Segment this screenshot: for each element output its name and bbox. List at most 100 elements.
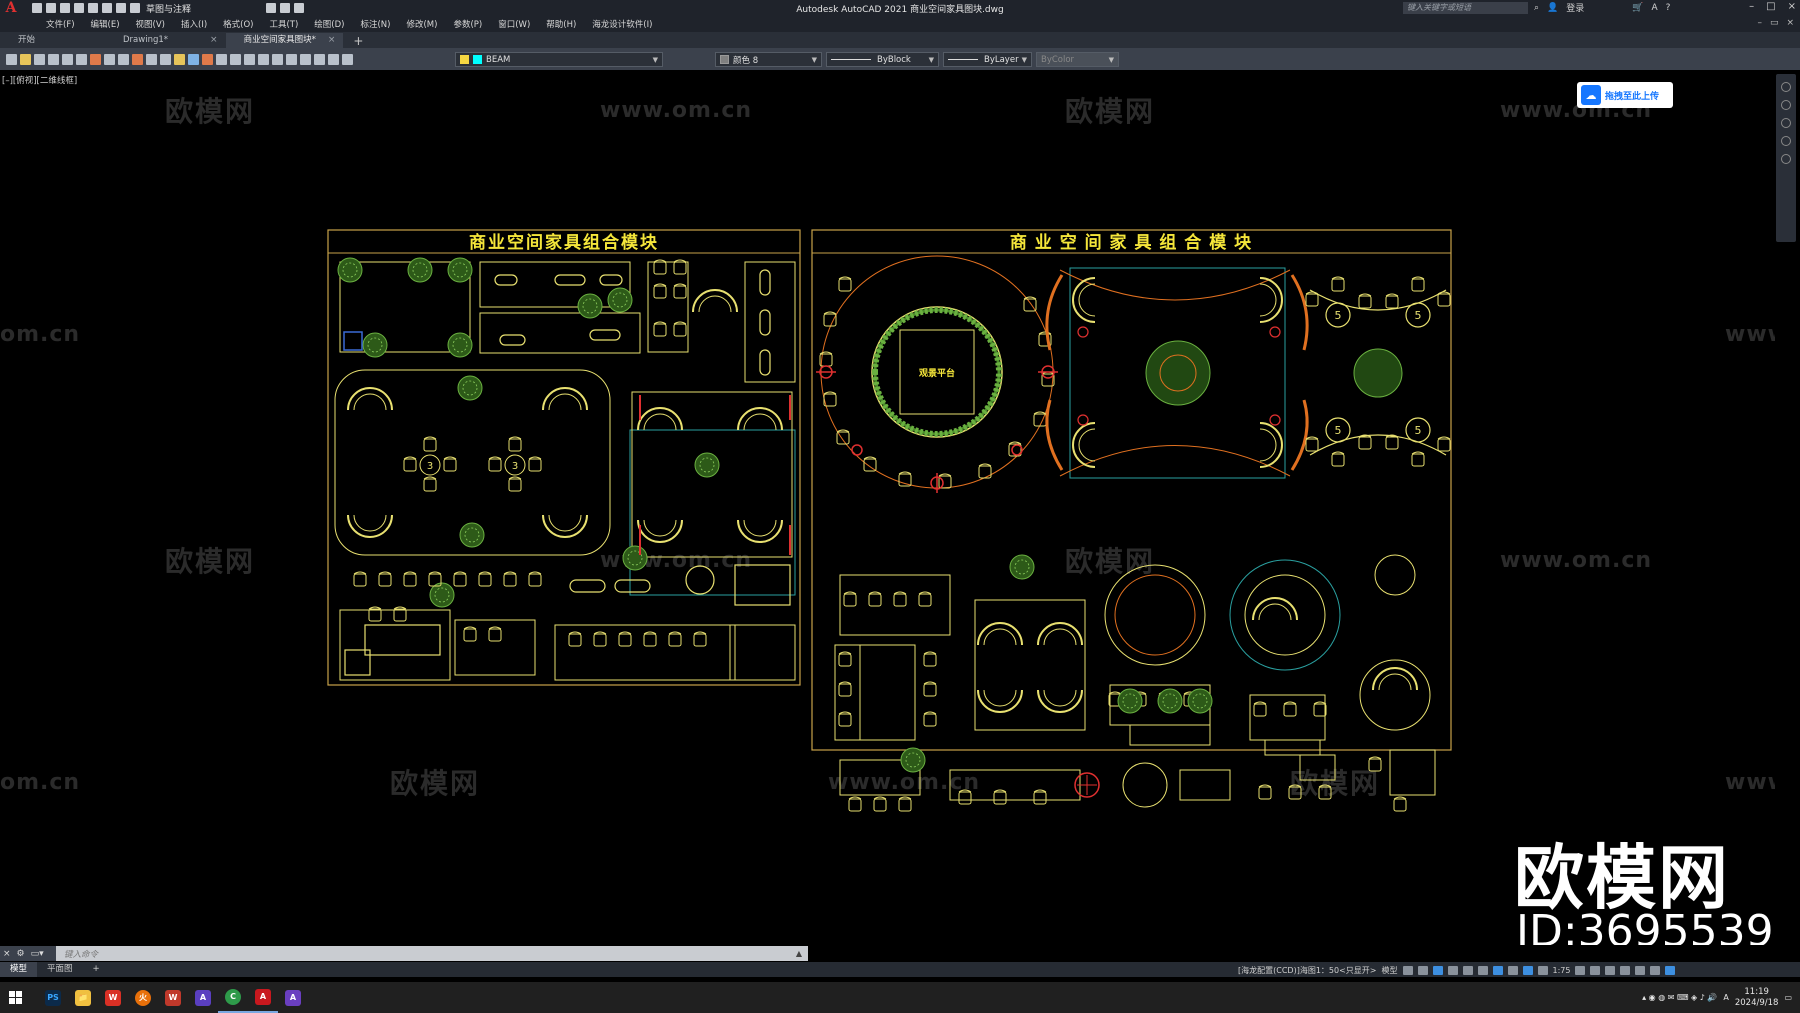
menu-hailong[interactable]: 海龙设计软件(I) <box>584 18 660 30</box>
undo-icon[interactable] <box>216 53 227 65</box>
text-icon[interactable] <box>174 53 185 65</box>
tab-floorplan[interactable]: 平面图 <box>37 962 83 977</box>
doc-restore-button[interactable]: ▭ <box>1770 18 1779 28</box>
chevron-up-icon[interactable]: ▲ <box>796 949 808 958</box>
save-icon[interactable] <box>34 53 45 65</box>
steering-wheel-icon[interactable] <box>1781 82 1791 92</box>
color-select[interactable]: 颜色 8 ▼ <box>715 52 822 67</box>
start-button[interactable] <box>0 982 30 1013</box>
menu-parametric[interactable]: 参数(P) <box>445 18 490 30</box>
plotstyle-select[interactable]: ByColor ▼ <box>1036 52 1119 67</box>
autodesk-app-icon[interactable]: A <box>1652 3 1658 13</box>
pan-icon[interactable] <box>1781 100 1791 110</box>
user-icon[interactable]: 👤 <box>1547 3 1558 13</box>
cloud-icon[interactable] <box>102 3 112 13</box>
save-icon[interactable] <box>60 3 70 13</box>
navigation-bar[interactable] <box>1776 74 1796 242</box>
pan-icon[interactable] <box>244 53 255 65</box>
taskbar-app-wps[interactable]: W <box>98 982 128 1013</box>
match-icon[interactable] <box>280 3 290 13</box>
model-space-toggle[interactable]: 模型 <box>1382 965 1398 976</box>
gear-icon[interactable] <box>130 3 140 13</box>
menu-view[interactable]: 视图(V) <box>128 18 173 30</box>
design-center-icon[interactable] <box>314 53 325 65</box>
maximize-button[interactable]: □ <box>1766 1 1775 12</box>
tab-model[interactable]: 模型 <box>0 962 38 977</box>
open-file-icon[interactable] <box>46 3 56 13</box>
layer-select[interactable]: BEAM ▼ <box>455 52 663 67</box>
command-input[interactable]: 键入命令 <box>56 948 98 960</box>
menu-insert[interactable]: 插入(I) <box>173 18 215 30</box>
hardware-accel-icon[interactable] <box>1635 965 1646 975</box>
gear-icon[interactable] <box>1575 965 1586 975</box>
notification-icon[interactable]: ▭ <box>1784 993 1792 1002</box>
clean-screen-icon[interactable] <box>1650 965 1661 975</box>
redo-icon[interactable] <box>230 53 241 65</box>
print-icon[interactable] <box>48 53 59 65</box>
menu-help[interactable]: 帮助(H) <box>538 18 584 30</box>
zoom-window-icon[interactable] <box>272 53 283 65</box>
insert-icon[interactable] <box>160 53 171 65</box>
upload-button[interactable]: ☁ 拖拽至此上传 <box>1577 82 1673 108</box>
close-icon[interactable]: × <box>210 33 218 48</box>
taskbar-app-photoshop[interactable]: PS <box>38 982 68 1013</box>
tool-palette-icon[interactable] <box>328 53 339 65</box>
isolate-icon[interactable] <box>1620 965 1631 975</box>
annotation-scale[interactable]: 1:75 <box>1553 966 1571 975</box>
menu-edit[interactable]: 编辑(E) <box>83 18 128 30</box>
new-tab-button[interactable]: + <box>343 34 373 48</box>
open-icon[interactable] <box>20 53 31 65</box>
taskbar-app-arc[interactable]: A <box>188 982 218 1013</box>
new-file-icon[interactable] <box>32 3 42 13</box>
units-icon[interactable] <box>1605 965 1616 975</box>
table-icon[interactable] <box>188 53 199 65</box>
zoom-icon[interactable] <box>1781 118 1791 128</box>
cart-icon[interactable]: 🛒 <box>1632 3 1643 13</box>
transparency-icon[interactable] <box>1507 965 1518 975</box>
match-properties-icon[interactable] <box>132 53 143 65</box>
menu-file[interactable]: 文件(F) <box>38 18 83 30</box>
menu-dimension[interactable]: 标注(N) <box>352 18 398 30</box>
orbit-icon[interactable] <box>1781 136 1791 146</box>
doc-close-button[interactable]: × <box>1786 18 1794 28</box>
zoom-icon[interactable] <box>258 53 269 65</box>
auto-scale-icon[interactable] <box>1537 965 1548 975</box>
taskbar-app-autocad[interactable]: A <box>248 982 278 1013</box>
taskbar-app-chrome[interactable]: C <box>218 982 248 1013</box>
command-history-icon[interactable]: ▭▾ <box>31 949 44 959</box>
tab-active-drawing[interactable]: 商业空间家具图块* × <box>225 33 344 48</box>
tray-icons-icon[interactable]: ▴ ◉ ◍ ✉ ⌨ ◈ ♪ 🔊 <box>1642 993 1717 1002</box>
grid-icon[interactable] <box>1402 965 1413 975</box>
copy-icon[interactable] <box>104 53 115 65</box>
plus-icon[interactable] <box>1590 965 1601 975</box>
taskbar-app-affinity[interactable]: A <box>278 982 308 1013</box>
polar-icon[interactable] <box>1447 965 1458 975</box>
close-icon[interactable]: × <box>328 33 336 48</box>
taskbar-app-explorer[interactable]: 📁 <box>68 982 98 1013</box>
new-icon[interactable] <box>6 53 17 65</box>
block-icon[interactable] <box>146 53 157 65</box>
osnap-icon[interactable] <box>1462 965 1473 975</box>
tab-start[interactable]: 开始 <box>0 33 43 48</box>
help-icon[interactable]: ? <box>1666 3 1671 13</box>
cut-icon[interactable] <box>90 53 101 65</box>
annotation-visibility-icon[interactable] <box>1522 965 1533 975</box>
close-icon[interactable]: × <box>3 949 11 959</box>
close-button[interactable]: × <box>1788 1 1796 12</box>
lineweight-select[interactable]: ByLayer ▼ <box>943 52 1032 67</box>
linetype-select[interactable]: ByBlock ▼ <box>826 52 939 67</box>
ime-icon[interactable]: A <box>1723 993 1728 1002</box>
calculator-icon[interactable] <box>342 53 353 65</box>
layer-icon[interactable] <box>266 3 276 13</box>
menu-window[interactable]: 窗口(W) <box>490 18 538 30</box>
menu-modify[interactable]: 修改(M) <box>398 18 445 30</box>
zoom-previous-icon[interactable] <box>286 53 297 65</box>
doc-minimize-button[interactable]: – <box>1757 18 1762 28</box>
web-mobile-icon[interactable] <box>88 3 98 13</box>
workspace-select[interactable]: 草图与注释 <box>146 2 256 15</box>
ortho-icon[interactable] <box>1432 965 1443 975</box>
customization-icon[interactable] <box>1665 965 1676 975</box>
taskbar-app-wps-office[interactable]: W <box>158 982 188 1013</box>
paste-icon[interactable] <box>118 53 129 65</box>
erase-icon[interactable] <box>202 53 213 65</box>
